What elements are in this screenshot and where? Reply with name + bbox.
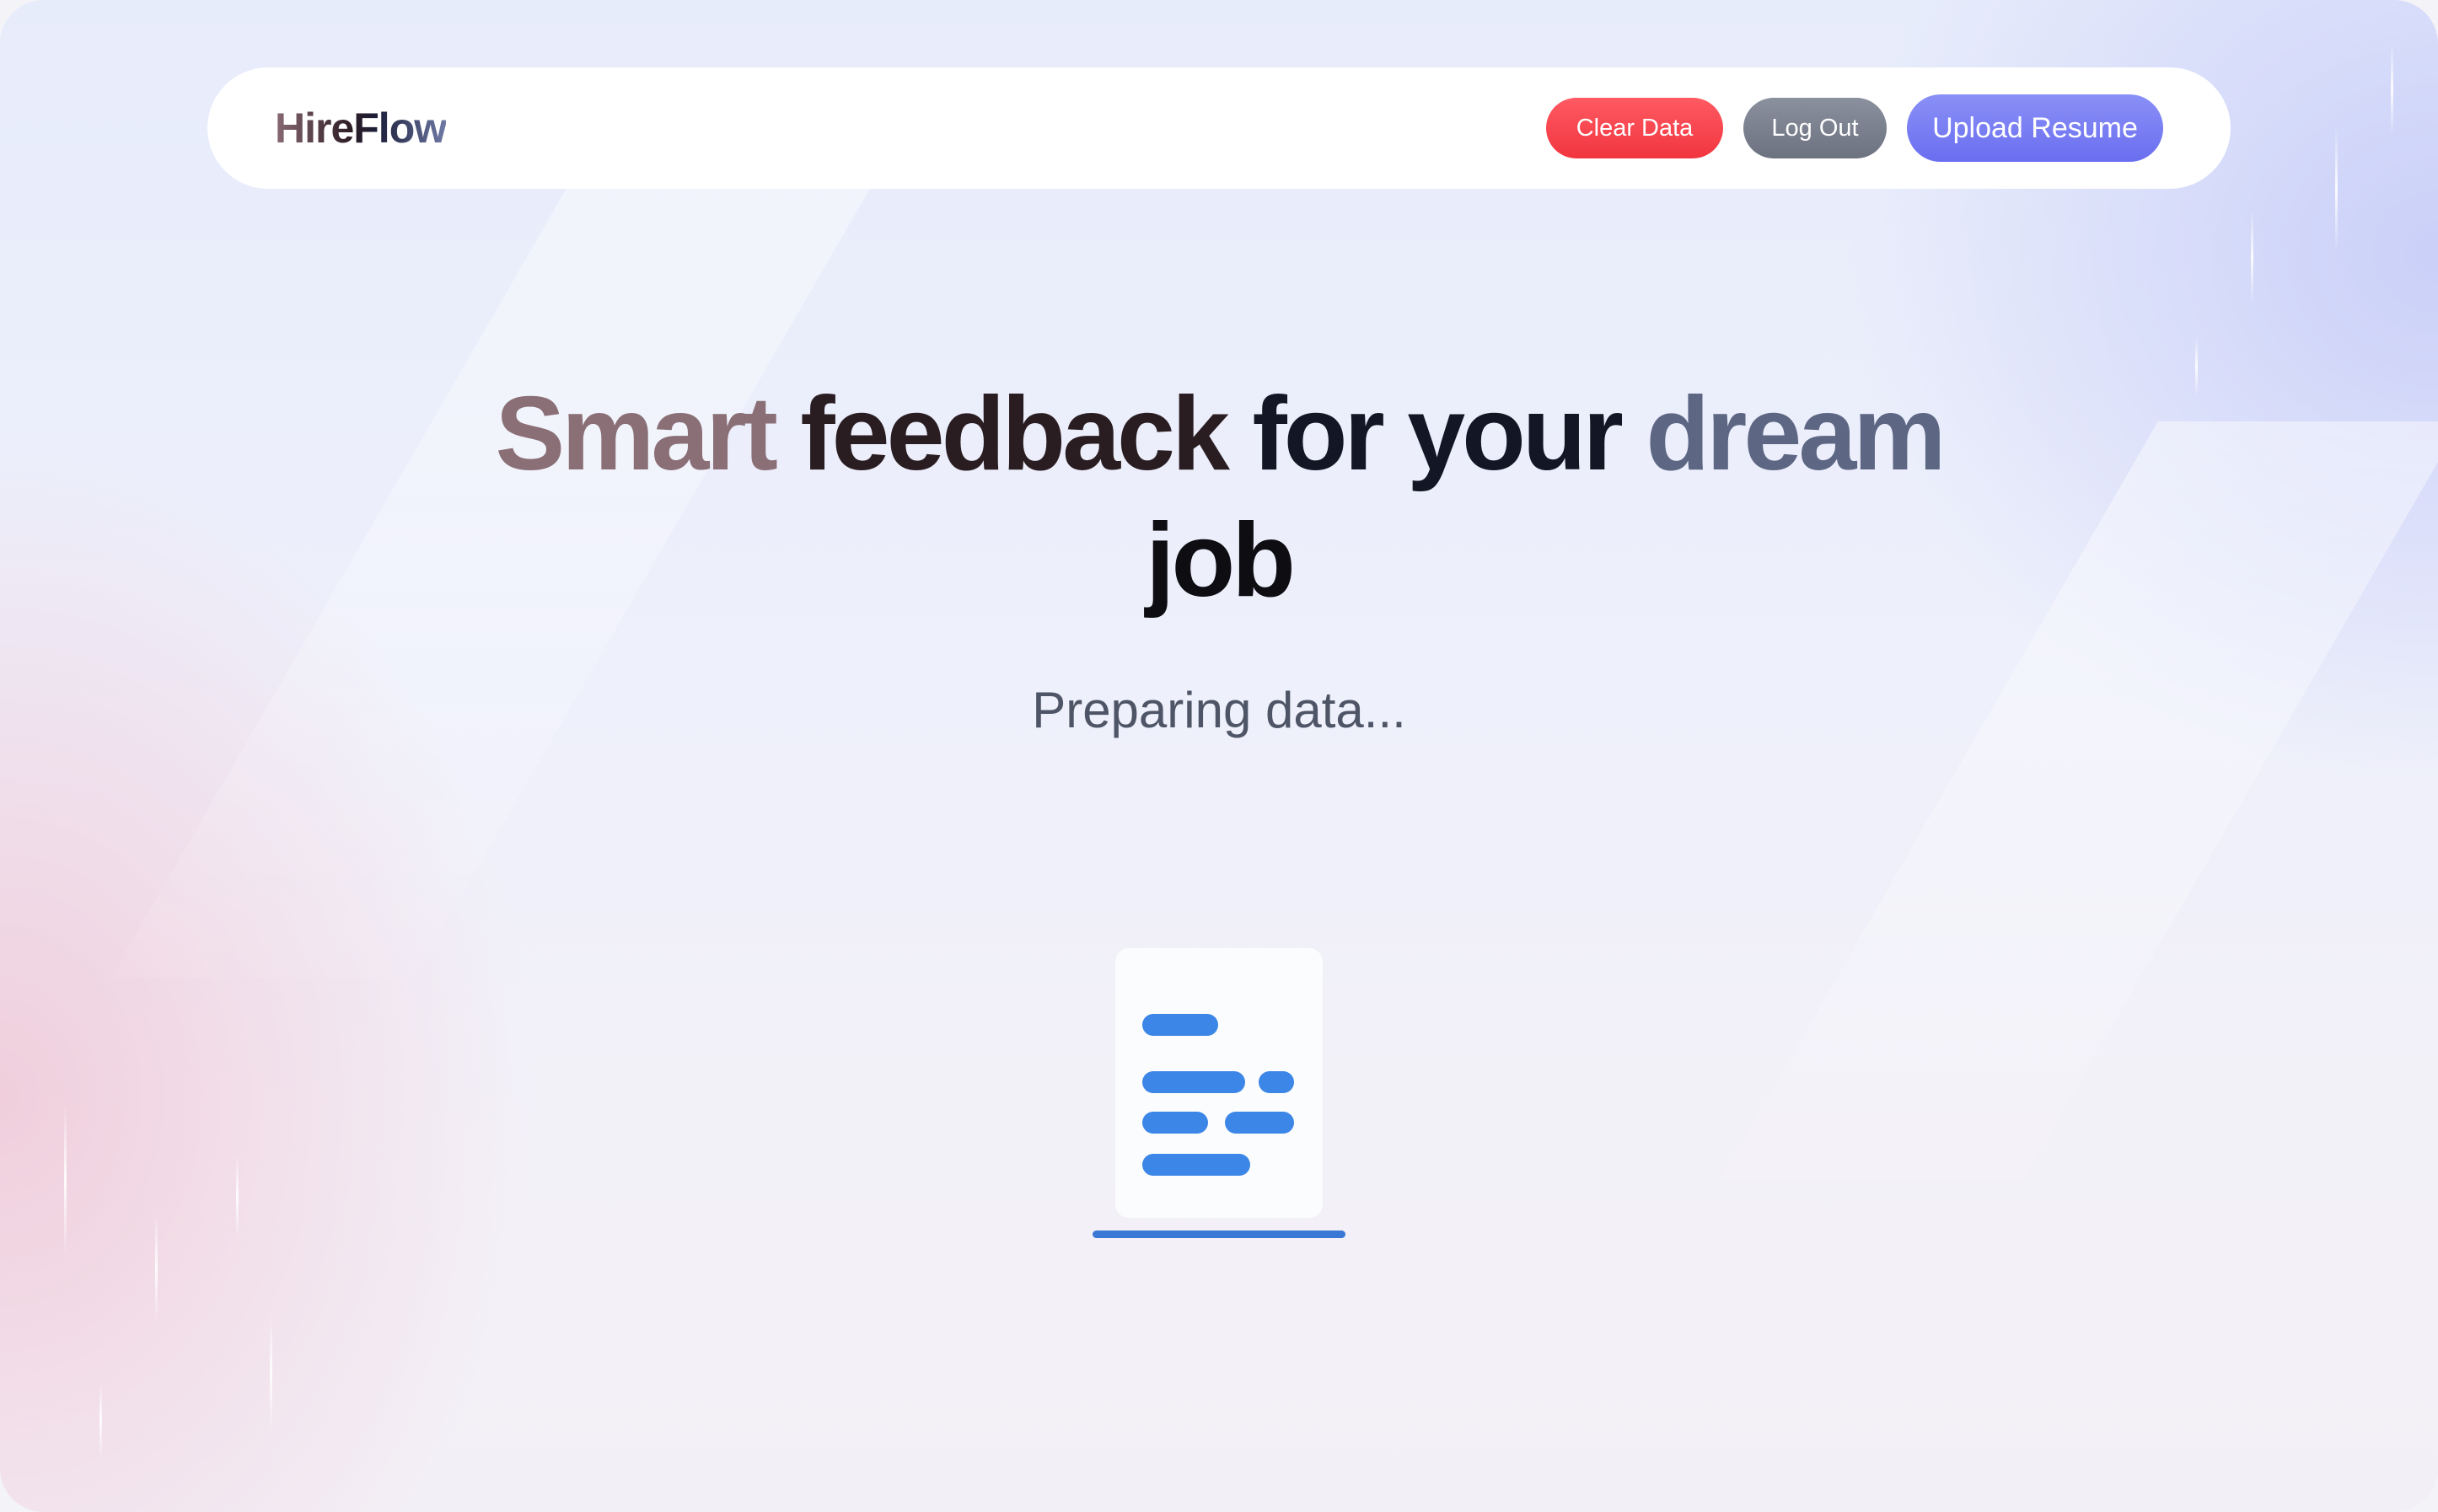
background-light-line — [99, 1382, 102, 1458]
clear-data-button[interactable]: Clear Data — [1546, 98, 1723, 158]
hero-title: Smart feedback for your dream job — [376, 371, 2062, 624]
document-icon — [1115, 948, 1323, 1218]
document-base-line — [1093, 1231, 1345, 1238]
document-line — [1259, 1071, 1294, 1093]
app-logo[interactable]: HireFlow — [275, 104, 447, 153]
hero-title-word: for your — [1252, 376, 1623, 492]
document-line — [1142, 1071, 1245, 1093]
app-window: HireFlow Clear Data Log Out Upload Resum… — [0, 0, 2438, 1512]
document-line — [1142, 1154, 1250, 1176]
background-light-line — [236, 1155, 239, 1239]
background-light-line — [270, 1315, 272, 1433]
hero-title-word: Smart — [495, 376, 777, 492]
hero-title-word: job — [1146, 502, 1296, 619]
upload-resume-button[interactable]: Upload Resume — [1907, 94, 2163, 162]
background-light-line — [2251, 211, 2253, 303]
top-navbar: HireFlow Clear Data Log Out Upload Resum… — [207, 67, 2231, 189]
background-light-line — [2391, 42, 2393, 135]
log-out-button[interactable]: Log Out — [1743, 98, 1887, 158]
hero-title-word: feedback — [800, 376, 1230, 492]
background-light-line — [155, 1214, 158, 1323]
status-text: Preparing data... — [1032, 682, 1406, 738]
background-light-line — [2335, 126, 2338, 253]
document-line — [1142, 1014, 1218, 1036]
navbar-actions: Clear Data Log Out Upload Resume — [1546, 94, 2163, 162]
background-light-line — [2195, 337, 2198, 396]
document-line — [1225, 1112, 1294, 1134]
document-line — [1142, 1112, 1208, 1134]
background-light-line — [64, 1104, 67, 1256]
hero-title-word: dream — [1646, 376, 1946, 492]
